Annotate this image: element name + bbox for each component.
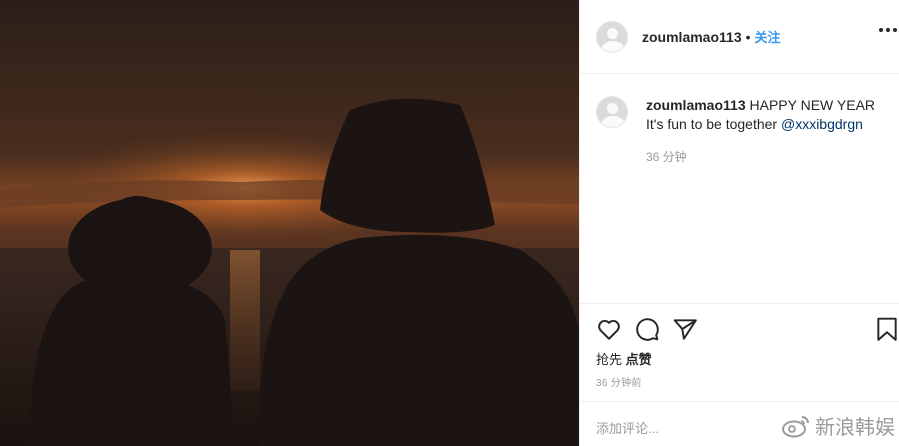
comment-timestamp[interactable]: 36 分钟 [646, 148, 687, 165]
weibo-icon [782, 415, 809, 437]
likes-line: 抢先 点赞 [596, 349, 652, 368]
avatar[interactable] [596, 20, 628, 53]
follow-button[interactable]: 关注 [755, 27, 781, 46]
action-icons [596, 316, 698, 342]
caption-username-link[interactable]: zoumlamao113 [646, 97, 746, 113]
avatar[interactable] [596, 96, 628, 128]
likes-prefix: 抢先 [596, 352, 626, 367]
caption-text: zoumlamao113 HAPPY NEW YEAR It's fun to … [646, 96, 896, 134]
bookmark-icon[interactable] [874, 316, 899, 342]
heart-icon[interactable] [596, 316, 622, 342]
watermark: 新浪韩娱 [781, 411, 895, 440]
caption-comment: zoumlamao113 HAPPY NEW YEAR It's fun to … [596, 96, 896, 134]
post-timestamp[interactable]: 36 分钟前 [596, 374, 642, 389]
share-icon[interactable] [672, 316, 698, 342]
mention-link[interactable]: @xxxibgdrgn [781, 116, 863, 132]
post-header: zoumlamao113 • 关注 [580, 0, 899, 74]
like-link[interactable]: 点赞 [626, 352, 652, 367]
post-sidepanel: zoumlamao113 • 关注 zoumlamao113 HAPPY NEW… [579, 0, 899, 446]
separator-dot: • [745, 28, 751, 45]
watermark-text: 新浪韩娱 [815, 417, 895, 439]
username-link[interactable]: zoumlamao113 [642, 29, 742, 45]
more-icon[interactable] [879, 28, 897, 32]
comment-icon[interactable] [634, 316, 660, 342]
sun-reflection [230, 250, 260, 390]
post-photo[interactable] [0, 0, 579, 446]
